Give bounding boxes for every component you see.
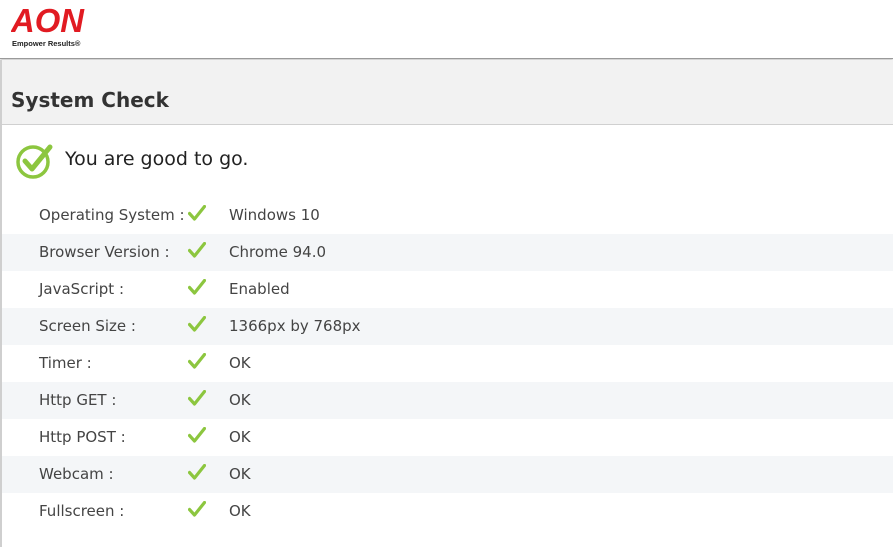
check-icon <box>188 205 206 221</box>
check-label: Timer : <box>39 354 92 372</box>
check-circle-icon <box>16 144 53 179</box>
check-icon <box>188 279 206 295</box>
check-value: Windows 10 <box>229 206 320 224</box>
check-label: Webcam : <box>39 465 114 483</box>
check-label: Operating System : <box>39 206 185 224</box>
check-label: Http POST : <box>39 428 126 446</box>
header: AON Empower Results® <box>0 0 893 59</box>
check-row: Http POST : OK <box>2 419 893 456</box>
check-icon <box>188 242 206 258</box>
check-row: Fullscreen : OK <box>2 493 893 530</box>
check-value: OK <box>229 354 251 372</box>
title-bar: System Check <box>2 60 893 125</box>
logo-text: AON <box>11 3 85 37</box>
aon-logo-wordmark: AON <box>11 3 85 37</box>
check-icon <box>188 316 206 332</box>
system-checks-list: Operating System : Windows 10 Browser Vers… <box>2 197 893 530</box>
check-row: Browser Version : Chrome 94.0 <box>2 234 893 271</box>
check-value: Enabled <box>229 280 290 298</box>
check-label: Http GET : <box>39 391 117 409</box>
check-value: OK <box>229 502 251 520</box>
check-row: Http GET : OK <box>2 382 893 419</box>
check-label: JavaScript : <box>39 280 125 298</box>
check-value: 1366px by 768px <box>229 317 361 335</box>
check-value: OK <box>229 465 251 483</box>
logo-tagline: Empower Results® <box>12 39 81 48</box>
check-value: Chrome 94.0 <box>229 243 327 261</box>
check-row: Webcam : OK <box>2 456 893 493</box>
check-value: OK <box>229 428 251 446</box>
check-value: OK <box>229 391 251 409</box>
check-row: Screen Size : 1366px by 768px <box>2 308 893 345</box>
check-label: Screen Size : <box>39 317 136 335</box>
check-row: Timer : OK <box>2 345 893 382</box>
check-icon <box>188 353 206 369</box>
check-icon <box>188 464 206 480</box>
aon-logo: AON Empower Results® <box>11 3 91 51</box>
check-icon <box>188 501 206 517</box>
check-row: JavaScript : Enabled <box>2 271 893 308</box>
check-icon <box>188 427 206 443</box>
status-text: You are good to go. <box>65 148 249 170</box>
check-icon <box>188 390 206 406</box>
check-label: Fullscreen : <box>39 502 125 520</box>
check-row: Operating System : Windows 10 <box>2 197 893 234</box>
page-title: System Check <box>11 88 169 112</box>
check-label: Browser Version : <box>39 243 170 261</box>
